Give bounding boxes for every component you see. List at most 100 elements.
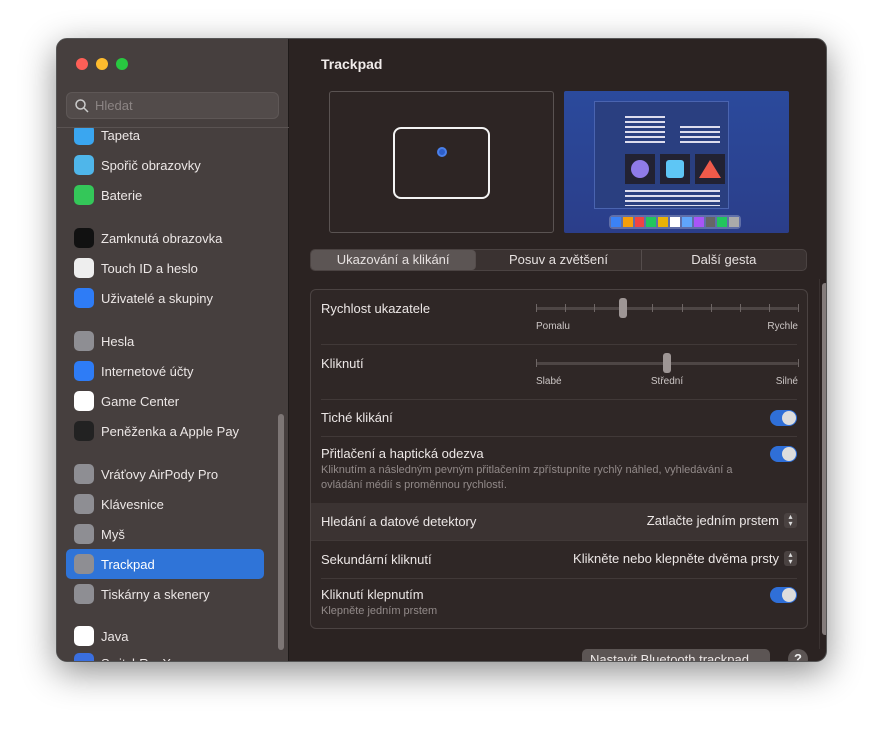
- airpods-icon: [74, 464, 94, 484]
- sidebar-item-label: Touch ID a heslo: [101, 260, 198, 276]
- sidebar-item-at[interactable]: Internetové účty: [66, 356, 264, 386]
- silent-click-label: Tiché klikání: [321, 410, 393, 425]
- tab-point-click[interactable]: Ukazování a klikání: [311, 250, 477, 270]
- lookup-row: Hledání a datové detektory Zatlačte jedn…: [311, 503, 807, 541]
- sidebar-item-trackpad[interactable]: Trackpad: [66, 549, 264, 579]
- gesture-video-preview: [564, 91, 789, 233]
- slider-tick: [739, 304, 741, 312]
- sidebar-item-printer[interactable]: Tiskárny a skenery: [66, 579, 264, 609]
- page-title: Trackpad: [321, 56, 383, 72]
- updown-chevron-icon: ▴ ▾: [784, 513, 797, 528]
- sidebar-item-label: SwitchResX: [101, 656, 171, 662]
- slider-tick: [565, 304, 567, 312]
- sidebar-item-users[interactable]: Uživatelé a skupiny: [66, 283, 264, 313]
- click-force-label: Kliknutí: [321, 356, 364, 371]
- main-pane: Trackpad Ukazování a klikání Posuv a zvě…: [289, 39, 826, 661]
- finger-dot: [437, 147, 447, 157]
- sidebar-item-keyboard[interactable]: Klávesnice: [66, 489, 264, 519]
- slider-label-firm: Silné: [775, 376, 798, 387]
- sidebar-item-label: Zamknutá obrazovka: [101, 230, 223, 246]
- printer-icon: [74, 584, 94, 604]
- battery-icon: [74, 185, 94, 205]
- secondary-click-popup[interactable]: Klikněte nebo klepněte dvěma prsty ▴ ▾: [573, 551, 797, 566]
- slider-tick: [536, 359, 537, 367]
- sidebar-item-label: Myš: [101, 526, 125, 542]
- slider-thumb[interactable]: [619, 298, 628, 318]
- zoom-button[interactable]: [116, 58, 128, 70]
- fingerprint-icon: [74, 258, 94, 278]
- lookup-popup[interactable]: Zatlačte jedním prstem ▴ ▾: [647, 513, 797, 528]
- settings-panel: Rychlost ukazatele Pomalu Rychle Kliknut…: [310, 289, 808, 629]
- search-field[interactable]: Hledat: [66, 92, 279, 119]
- tap-click-row: Kliknutí klepnutím Klepněte jedním prste…: [321, 579, 797, 627]
- sidebar-item-java[interactable]: Java: [66, 621, 264, 651]
- slider-label-light: Slabé: [536, 376, 562, 387]
- search-icon: [75, 98, 89, 113]
- pointer-speed-slider[interactable]: Pomalu Rychle: [536, 294, 799, 332]
- users-icon: [74, 288, 94, 308]
- mouse-icon: [74, 524, 94, 544]
- sidebar-item-label: Game Center: [101, 393, 180, 409]
- tap-click-description: Klepněte jedním prstem: [321, 605, 438, 617]
- close-button[interactable]: [76, 58, 88, 70]
- secondary-click-value: Klikněte nebo klepněte dvěma prsty: [573, 551, 779, 566]
- force-click-label: Přitlačení a haptická odezva: [321, 446, 484, 461]
- click-force-slider[interactable]: Slabé Střední Silné: [536, 349, 799, 387]
- tap-click-toggle[interactable]: [770, 587, 797, 603]
- sidebar-item-battery[interactable]: Baterie: [66, 180, 264, 210]
- settings-window: Hledat Tapeta Spořič obrazovky Baterie Zamk…: [56, 38, 827, 662]
- key-icon: [74, 331, 94, 351]
- slider-max-label: Rychle: [767, 321, 798, 332]
- slider-tick: [594, 304, 596, 312]
- slider-tick: [798, 304, 799, 312]
- pointer-speed-label: Rychlost ukazatele: [321, 301, 431, 316]
- sidebar: Hledat Tapeta Spořič obrazovky Baterie Zamk…: [57, 39, 289, 661]
- secondary-click-label: Sekundární kliknutí: [321, 552, 432, 567]
- sidebar-item-switchresx[interactable]: SwitchResX: [66, 648, 264, 662]
- sidebar-item-wallet[interactable]: Peněženka a Apple Pay: [66, 416, 264, 446]
- force-click-toggle[interactable]: [770, 446, 797, 462]
- updown-chevron-icon: ▴ ▾: [784, 551, 797, 566]
- help-button[interactable]: ?: [788, 649, 808, 661]
- slider-thumb[interactable]: [663, 353, 671, 373]
- sidebar-scrollbar[interactable]: [278, 414, 284, 650]
- lookup-value: Zatlačte jedním prstem: [646, 513, 779, 528]
- main-scrollbar[interactable]: [819, 279, 826, 649]
- tab-scroll-zoom[interactable]: Posuv a zvětšení: [476, 250, 642, 270]
- sidebar-item-label: Trackpad: [101, 556, 155, 572]
- slider-tick: [681, 304, 683, 312]
- silent-click-toggle[interactable]: [770, 410, 797, 426]
- trackpad-icon: [74, 554, 94, 574]
- trackpad-illustration: [393, 127, 490, 199]
- secondary-click-row: Sekundární kliknutí Klikněte nebo klepně…: [321, 541, 797, 579]
- sidebar-item-label: Baterie: [101, 187, 143, 203]
- java-icon: [74, 626, 94, 646]
- window-controls: [76, 58, 128, 70]
- pointer-speed-row: Rychlost ukazatele Pomalu Rychle: [321, 290, 799, 345]
- switchresx-icon: [74, 653, 94, 661]
- sidebar-item-mouse[interactable]: Myš: [66, 519, 264, 549]
- sidebar-item-label: Klávesnice: [101, 496, 164, 512]
- screensaver-icon: [74, 155, 94, 175]
- wallet-icon: [74, 421, 94, 441]
- sidebar-item-game-center[interactable]: Game Center: [66, 386, 264, 416]
- slider-min-label: Pomalu: [536, 321, 570, 332]
- sidebar-item-wallpaper[interactable]: Tapeta: [66, 128, 264, 150]
- keyboard-icon: [74, 494, 94, 514]
- wallpaper-icon: [74, 128, 94, 145]
- tab-more-gestures[interactable]: Další gesta: [642, 250, 806, 270]
- sidebar-item-key[interactable]: Hesla: [66, 326, 264, 356]
- sidebar-item-fingerprint[interactable]: Touch ID a heslo: [66, 253, 264, 283]
- slider-tick: [536, 304, 537, 312]
- sidebar-item-screensaver[interactable]: Spořič obrazovky: [66, 150, 264, 180]
- setup-bluetooth-trackpad-button[interactable]: Nastavit Bluetooth trackpad…: [582, 649, 770, 661]
- slider-tick: [768, 304, 770, 312]
- minimize-button[interactable]: [96, 58, 108, 70]
- sidebar-item-lock[interactable]: Zamknutá obrazovka: [66, 223, 264, 253]
- sidebar-item-airpods[interactable]: Vráťovy AirPody Pro: [66, 459, 264, 489]
- slider-tick: [798, 359, 799, 367]
- sidebar-list: Tapeta Spořič obrazovky Baterie Zamknutá ob…: [66, 128, 276, 662]
- preview-dock: [609, 215, 741, 229]
- sidebar-item-label: Spořič obrazovky: [101, 157, 201, 173]
- tap-click-label: Kliknutí klepnutím: [321, 587, 424, 602]
